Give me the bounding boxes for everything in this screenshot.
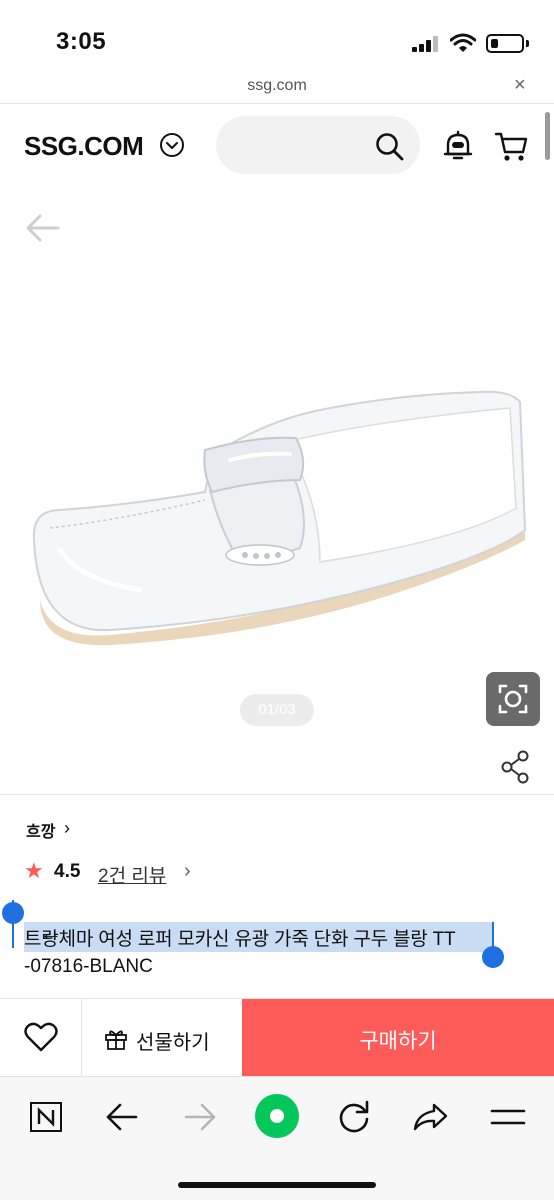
product-title: 트랑체마 여성 로퍼 모카신 유광 가죽 단화 구두 블랑 TT -07816-…	[24, 920, 534, 986]
wishlist-button[interactable]	[0, 999, 82, 1077]
product-gallery[interactable]: 01/03	[0, 190, 554, 794]
scrollbar[interactable]	[545, 112, 550, 160]
back-icon[interactable]	[102, 1097, 142, 1137]
purchase-button[interactable]: 구매하기	[242, 999, 554, 1077]
brand-link[interactable]: 흐깡	[26, 818, 55, 842]
product-image[interactable]	[20, 380, 540, 650]
chevron-right-icon[interactable]: ›	[64, 818, 70, 839]
product-title-line2: -07816-BLANC	[24, 956, 153, 977]
star-icon: ★	[24, 858, 44, 883]
chevron-down-icon[interactable]	[160, 133, 184, 157]
battery-cap	[526, 40, 529, 47]
cart-icon[interactable]	[494, 128, 530, 164]
divider	[0, 794, 554, 795]
back-arrow-icon[interactable]	[22, 210, 62, 246]
search-input[interactable]	[216, 116, 420, 174]
gift-label: 선물하기	[136, 1032, 210, 1054]
purchase-label: 구매하기	[359, 1030, 437, 1053]
rating-value: 4.5	[54, 861, 81, 882]
signal-icon	[412, 36, 440, 52]
naver-n-icon[interactable]	[26, 1097, 66, 1137]
selection-handle-start-dot[interactable]	[2, 902, 24, 924]
review-link[interactable]: 2건 리뷰	[98, 861, 166, 888]
status-time: 3:05	[56, 28, 107, 55]
site-logo[interactable]: SSG.COM	[24, 131, 144, 162]
share-arrow-icon[interactable]	[410, 1097, 450, 1137]
page-indicator: 01/03	[240, 694, 314, 726]
green-dot-icon[interactable]	[254, 1093, 300, 1139]
battery-icon	[486, 34, 524, 53]
alarm-icon[interactable]	[442, 130, 474, 162]
url-bar[interactable]: ssg.com ×	[0, 70, 554, 104]
lens-search-icon[interactable]	[486, 672, 540, 726]
wifi-icon	[450, 33, 476, 52]
refresh-icon[interactable]	[334, 1097, 374, 1137]
gift-icon	[105, 1030, 127, 1050]
home-indicator	[178, 1182, 376, 1188]
selection-handle-end-dot[interactable]	[482, 946, 504, 968]
forward-icon[interactable]	[180, 1097, 220, 1137]
close-icon[interactable]: ×	[514, 74, 526, 97]
site-header: SSG.COM	[0, 104, 554, 190]
product-title-line1: 트랑체마 여성 로퍼 모카신 유광 가죽 단화 구두 블랑 TT	[24, 929, 456, 950]
share-icon[interactable]	[500, 750, 530, 784]
url-text[interactable]: ssg.com	[0, 77, 554, 95]
battery-level	[491, 39, 498, 48]
heart-icon[interactable]	[24, 1021, 58, 1053]
menu-icon[interactable]	[488, 1097, 528, 1137]
gift-button[interactable]: 선물하기	[82, 999, 242, 1077]
buy-bar: 선물하기 구매하기	[0, 998, 554, 1077]
status-bar: 3:05	[0, 0, 554, 70]
search-icon[interactable]	[374, 131, 404, 161]
selection-arrow-icon: ←	[40, 920, 62, 945]
chevron-right-icon[interactable]: ›	[184, 860, 191, 883]
